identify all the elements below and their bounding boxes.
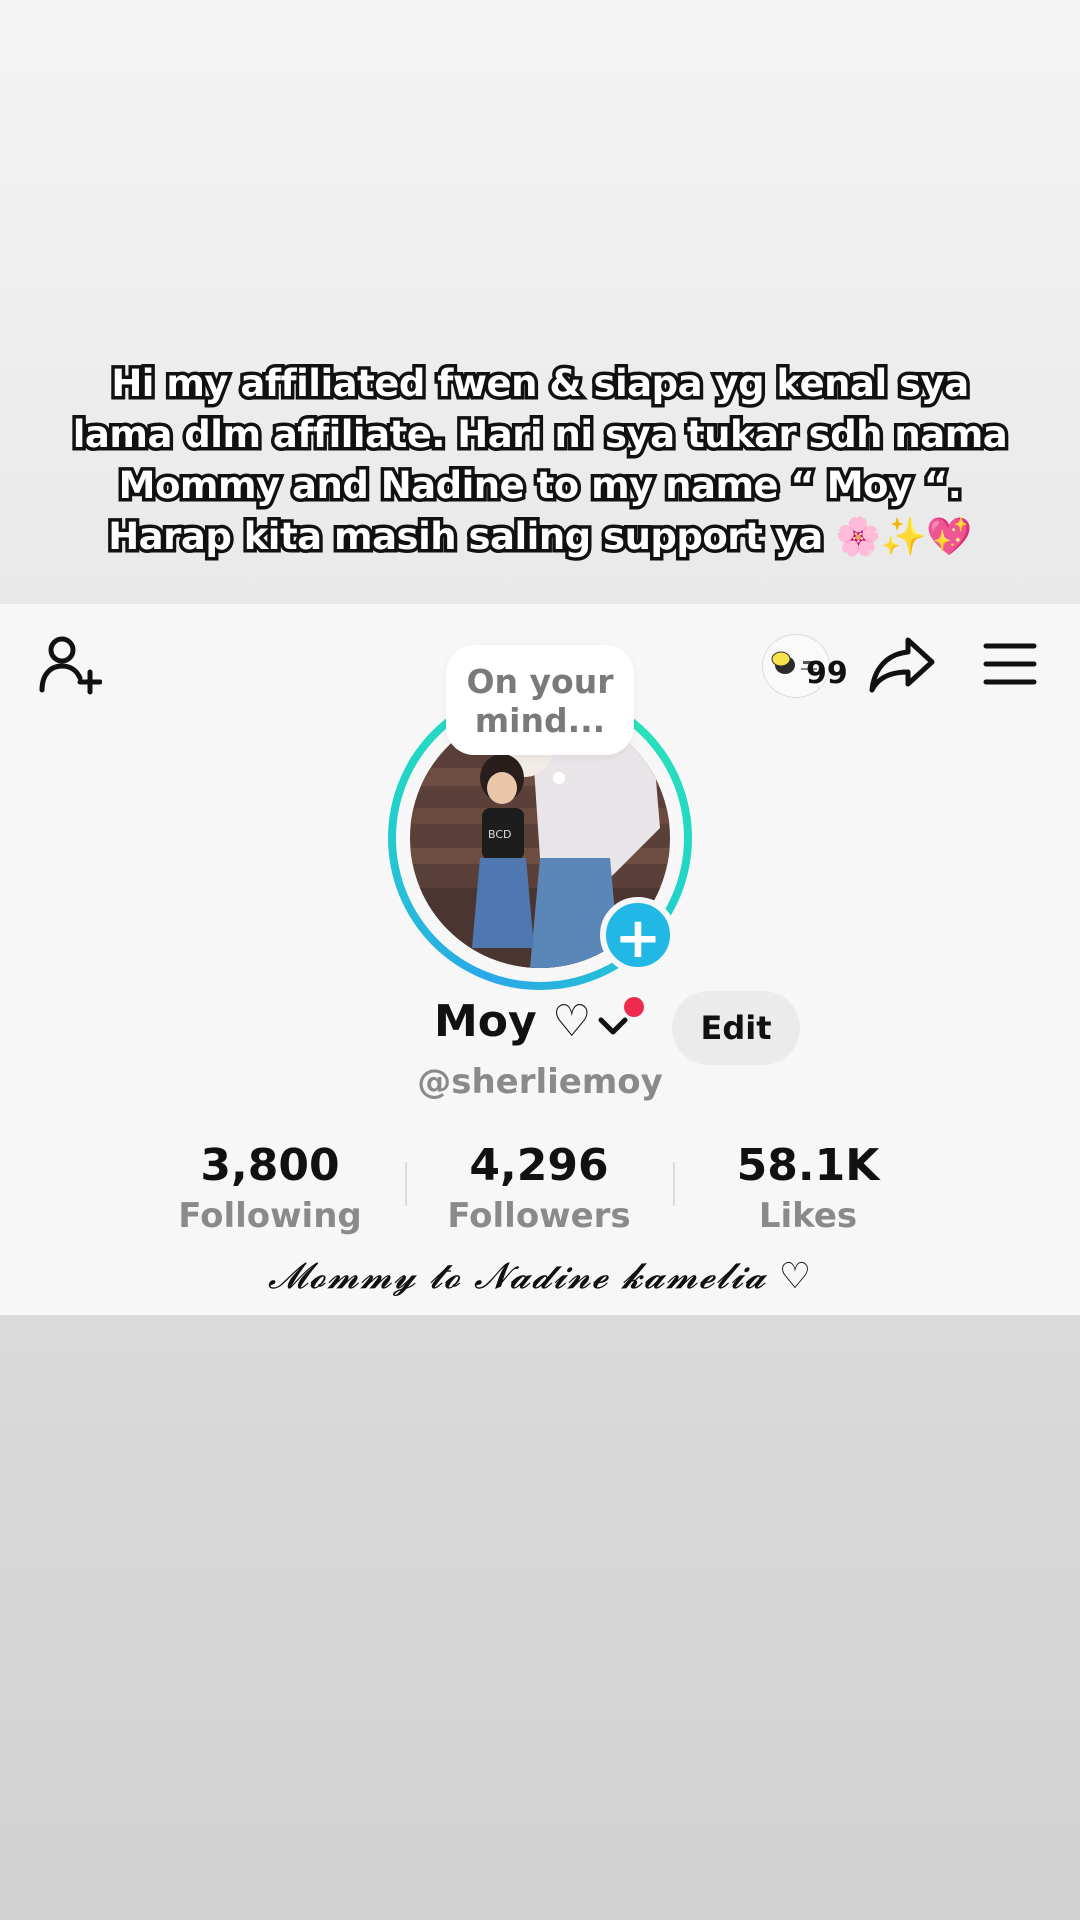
story-background-bottom	[0, 1315, 1080, 1920]
caption-line: Mommy and Nadine to my name “ Moy “.	[115, 461, 965, 511]
hamburger-menu-icon[interactable]	[982, 640, 1038, 688]
plus-icon: +	[614, 906, 662, 971]
stat-value: 58.1K	[736, 1140, 880, 1191]
stat-divider	[405, 1162, 407, 1206]
caption-line: Hi my affiliated fwen & siapa yg kenal s…	[108, 359, 973, 409]
stat-followers[interactable]: 4,296 Followers	[419, 1136, 659, 1236]
display-name: Moy ♡	[434, 996, 592, 1047]
share-arrow-icon[interactable]	[868, 634, 936, 694]
stat-following[interactable]: 3,800 Following	[150, 1136, 390, 1236]
name-row: Moy ♡	[0, 990, 1080, 1070]
stat-label: Following	[178, 1196, 362, 1236]
notification-dot	[624, 997, 644, 1017]
username: @sherliemoy	[417, 1062, 663, 1102]
stat-label: Likes	[758, 1196, 858, 1236]
stat-likes[interactable]: 58.1K Likes	[688, 1136, 928, 1236]
profile-bio: 𝓜𝓸𝓶𝓶𝔂 𝓽𝓸 𝓝𝓪𝓭𝓲𝓷𝓮 𝓴𝓪𝓶𝓮𝓵𝓲𝓪 ♡	[267, 1256, 813, 1297]
stat-label: Followers	[447, 1196, 631, 1236]
add-user-icon[interactable]	[38, 632, 103, 696]
caption-line: lama dlm affiliate. Hari ni sya tukar sd…	[69, 410, 1011, 460]
chevron-down-icon[interactable]	[597, 1010, 629, 1042]
add-story-button[interactable]: +	[600, 897, 676, 973]
on-your-mind-bubble[interactable]: On your mind...	[446, 645, 634, 755]
sticker-count: 99	[806, 656, 848, 691]
thought-dot	[553, 772, 565, 784]
caption-line: Harap kita masih saling support ya 🌸✨💖	[105, 512, 976, 562]
story-caption: Hi my affiliated fwen & siapa yg kenal s…	[40, 358, 1040, 562]
mind-bubble-text: On your mind...	[466, 662, 614, 740]
edit-profile-button[interactable]: Edit	[672, 991, 800, 1065]
svg-text:BCD: BCD	[488, 828, 512, 841]
stat-value: 4,296	[469, 1140, 609, 1191]
stat-divider	[673, 1162, 675, 1206]
stat-value: 3,800	[200, 1140, 340, 1191]
